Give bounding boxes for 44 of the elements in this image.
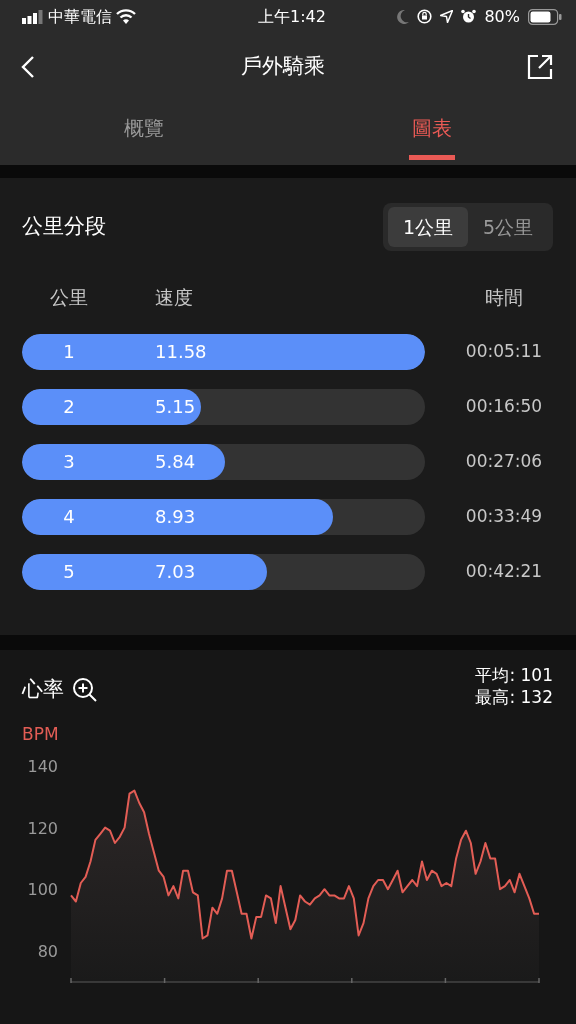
km-number: 3 [62, 450, 76, 474]
time-value: 00:05:11 [465, 341, 543, 362]
share-button[interactable] [526, 52, 554, 81]
speed-value: 8.93 [155, 505, 196, 529]
battery-percent: 80% [484, 5, 520, 28]
rotation-lock-icon [417, 9, 433, 24]
max-value: 最高: 132 [475, 686, 553, 708]
km-number: 4 [62, 505, 76, 529]
time-value: 00:42:21 [465, 561, 543, 582]
section-title: 公里分段 [22, 213, 106, 241]
column-header: 時間 [485, 285, 523, 308]
speed-value: 5.84 [155, 450, 196, 474]
section-title: 心率 [22, 676, 64, 703]
km-number: 1 [62, 340, 76, 364]
speed-value: 11.58 [155, 340, 207, 364]
km-number: 2 [62, 395, 76, 419]
column-header: 公里 [49, 284, 89, 310]
time-value: 00:16:50 [465, 396, 543, 417]
time-value: 00:27:06 [465, 451, 543, 472]
tab[interactable]: 概覽 [0, 100, 288, 165]
tab[interactable]: 圖表 [288, 100, 576, 165]
km-number: 5 [62, 560, 76, 584]
speed-value: 5.15 [155, 395, 196, 419]
average-value: 平均: 101 [475, 664, 553, 686]
clock-time: 上午1:42 [258, 6, 326, 26]
wifi-icon [116, 9, 136, 24]
axis-label: 100 [27, 879, 58, 899]
zoom-in-icon[interactable] [72, 676, 98, 703]
carrier-name: 中華電信 [48, 5, 112, 28]
segment-button[interactable]: 1公里 [388, 207, 468, 247]
time-value: 00:33:49 [465, 506, 543, 527]
axis-label: 120 [27, 818, 58, 838]
speed-value: 7.03 [155, 560, 196, 584]
moon-icon [397, 9, 410, 24]
segment-button[interactable]: 5公里 [468, 207, 548, 247]
alarm-icon [461, 9, 477, 24]
unit-label: BPM [22, 723, 60, 746]
column-header: 速度 [155, 284, 193, 310]
battery-icon [528, 8, 562, 25]
axis-label: 80 [37, 941, 58, 961]
location-icon [440, 10, 454, 23]
signal-icon [22, 9, 44, 24]
page-title: 戶外騎乘 [241, 52, 325, 80]
axis-label: 140 [27, 756, 58, 776]
